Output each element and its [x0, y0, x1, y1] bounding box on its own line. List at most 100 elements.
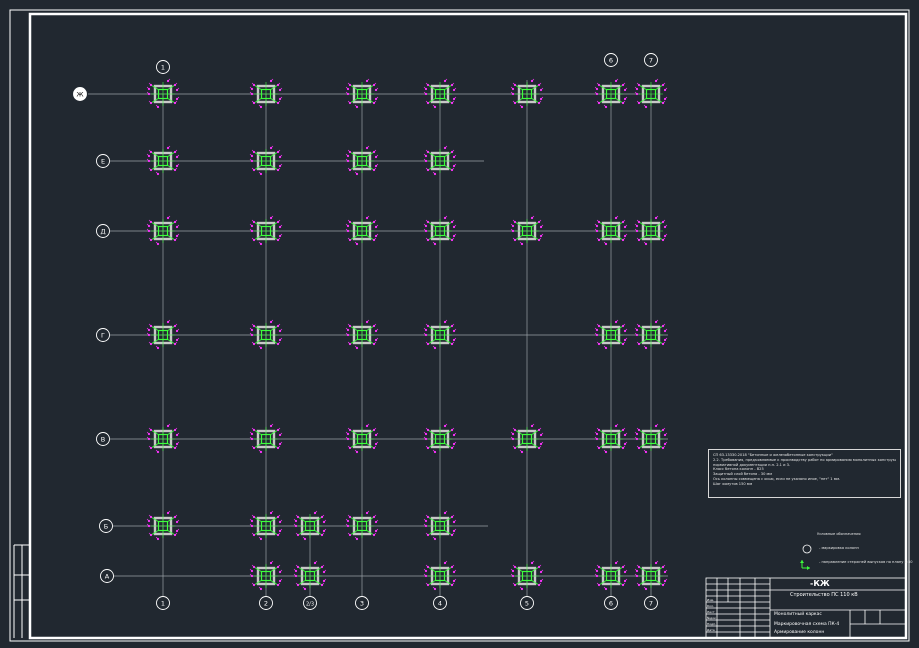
column-7-Г	[634, 319, 668, 350]
axis-bubble-col-6: 6	[604, 596, 618, 610]
column-7-Д	[634, 215, 668, 246]
axis-bubble-label: В	[101, 435, 105, 443]
axis-bubble-row-Г: Г	[96, 328, 110, 342]
column-5-А	[510, 560, 544, 591]
legend-item-direction: - направление стержней выпусков по плану…	[819, 560, 913, 564]
column-5-В	[510, 423, 544, 454]
axis-bubble-row-А: А	[100, 569, 114, 583]
axis-bubble-label: Г	[101, 331, 105, 339]
column-2-В	[249, 423, 283, 454]
axis-bubble-col-1: 1	[156, 596, 170, 610]
axis-bubble-label: 1	[161, 599, 165, 607]
column-1-Б	[146, 510, 180, 541]
column-2-Е	[249, 145, 283, 176]
column-5-Ж	[510, 78, 544, 109]
general-notes: СП 63.13330.2018 "Бетонные и железобетон…	[708, 449, 901, 498]
outer-frame	[9, 9, 910, 642]
column-3-Г	[345, 319, 379, 350]
axis-bubble-col-3: 3	[355, 596, 369, 610]
axis-bubble-row-Б: Б	[99, 519, 113, 533]
stamp-label: Лист	[707, 610, 715, 614]
axis-bubble-col-7: 7	[644, 596, 658, 610]
axis-bubble-label: 6	[609, 56, 613, 64]
column-3-Д	[345, 215, 379, 246]
axis-bubble-col-2/3: 2/3	[303, 596, 317, 610]
stamp-label: Подп.	[707, 622, 716, 626]
axis-bubble-label: А	[105, 572, 110, 580]
column-2-Д	[249, 215, 283, 246]
column-6-Д	[594, 215, 628, 246]
axis-bubble-col-5: 5	[520, 596, 534, 610]
stamp-label: №док	[707, 616, 716, 620]
column-4-Ж	[423, 78, 457, 109]
column-1-Е	[146, 145, 180, 176]
stamp-label: Дата	[707, 628, 715, 632]
axis-bubble-label: Ж	[76, 90, 83, 98]
column-4-А	[423, 560, 457, 591]
axis-bubble-label: 7	[649, 56, 653, 64]
axis-bubble-label: Б	[104, 522, 108, 530]
axis-bubble-label: Е	[101, 157, 105, 165]
stamp-label: Кол.	[707, 604, 714, 608]
drawing-canvas: 1 2 2/3 3 4 5 6 7 1 6 7 Ж Е Д Г В Б А Изм. Кол. Лист №док Под…	[9, 9, 910, 642]
column-3-Ж	[345, 78, 379, 109]
axis-bubble-label: 4	[438, 599, 442, 607]
axis-bubble-top-1: 1	[156, 60, 170, 74]
column-1-В	[146, 423, 180, 454]
column-6-Ж	[594, 78, 628, 109]
axis-bubble-row-В: В	[96, 432, 110, 446]
column-4-Е	[423, 145, 457, 176]
axis-bubble-label: 6	[609, 599, 613, 607]
axis-bubble-label: 7	[649, 599, 653, 607]
building-name: Строительство ПС 110 кВ	[790, 592, 858, 598]
column-2-Б	[249, 510, 283, 541]
column-3-Е	[345, 145, 379, 176]
axis-bubble-col-4: 4	[433, 596, 447, 610]
binding-strip	[13, 544, 30, 638]
drawing-code: -КЖ	[810, 579, 830, 588]
sheet-title: Монолитный каркас	[774, 612, 822, 617]
column-2/3-Б	[293, 510, 327, 541]
axis-bubble-top-7: 7	[644, 53, 658, 67]
column-7-А	[634, 560, 668, 591]
plan-name: Маркировочная схема ПК-4	[774, 622, 840, 627]
column-5-Д	[510, 215, 544, 246]
columns	[146, 78, 668, 591]
axis-bubble-label: 2/3	[306, 601, 314, 607]
axis-bubble-label: 2	[264, 599, 268, 607]
column-1-Г	[146, 319, 180, 350]
axis-bubble-label: Д	[100, 227, 105, 235]
column-2-А	[249, 560, 283, 591]
column-7-Ж	[634, 78, 668, 109]
axis-bubble-row-Д: Д	[96, 224, 110, 238]
axis-bubble-top-6: 6	[604, 53, 618, 67]
column-4-В	[423, 423, 457, 454]
axis-bubble-col-2: 2	[259, 596, 273, 610]
axis-bubble-label: 5	[525, 599, 529, 607]
column-3-В	[345, 423, 379, 454]
axis-bubble-row-Ж: Ж	[73, 87, 87, 101]
column-4-Г	[423, 319, 457, 350]
column-1-Ж	[146, 78, 180, 109]
column-6-Г	[594, 319, 628, 350]
stamp-label: Изм.	[707, 598, 714, 602]
plan-subtitle: Армирование колонн	[774, 630, 825, 635]
column-1-Д	[146, 215, 180, 246]
axis-bubble-label: 3	[360, 599, 364, 607]
legend-title: Условные обозначения	[817, 532, 861, 536]
legend-marker-icon	[802, 544, 812, 554]
column-4-Б	[423, 510, 457, 541]
column-4-Д	[423, 215, 457, 246]
legend-item-marker: - маркировка колонн	[819, 546, 859, 550]
column-7-В	[634, 423, 668, 454]
column-2/3-А	[293, 560, 327, 591]
column-2-Ж	[249, 78, 283, 109]
column-2-Г	[249, 319, 283, 350]
title-block	[705, 577, 907, 639]
column-6-А	[594, 560, 628, 591]
legend-symbols	[800, 544, 812, 570]
note-line: Шаг хомутов 150 мм	[713, 481, 753, 486]
column-3-Б	[345, 510, 379, 541]
note-line: 2.2. Требования, предъявляемые к произво…	[713, 457, 896, 462]
axis-bubble-row-Е: Е	[96, 154, 110, 168]
